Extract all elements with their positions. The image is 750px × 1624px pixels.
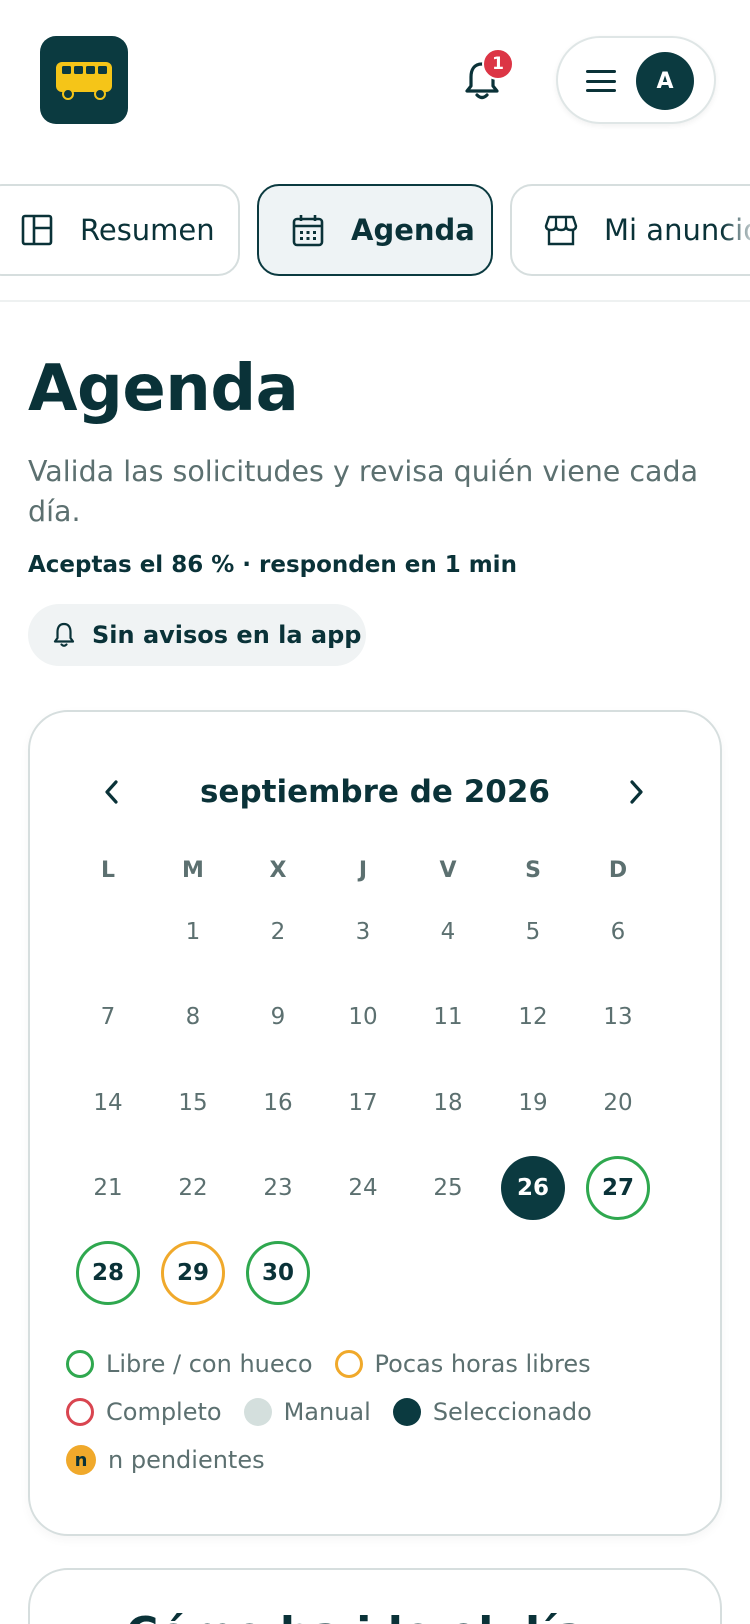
legend-full-label: Completo xyxy=(106,1398,222,1426)
circle-filled-icon xyxy=(243,1398,272,1426)
calendar-day[interactable]: 4 xyxy=(416,900,480,964)
legend-pending-label: n pendientes xyxy=(108,1446,265,1474)
response-stats: Aceptas el 86 % · responden en 1 min xyxy=(28,552,517,578)
legend-row-3: n n pendientes xyxy=(66,1440,287,1480)
circle-filled-icon xyxy=(392,1398,421,1426)
calendar-day[interactable]: 28 xyxy=(76,1241,140,1306)
tab-label: Agenda xyxy=(351,213,475,247)
calendar-day[interactable]: 12 xyxy=(501,985,565,1049)
tab-agenda[interactable]: Agenda xyxy=(257,184,493,276)
day-summary-card: Cómo ha ido el día xyxy=(28,1568,722,1624)
calendar-day[interactable]: 21 xyxy=(76,1156,140,1220)
prev-month-button[interactable] xyxy=(92,772,132,812)
tabs-divider xyxy=(0,300,750,302)
section-tabs: Resumen Agenda Mi anuncio xyxy=(0,184,750,276)
day-summary-title: Cómo ha ido el día xyxy=(126,1608,585,1624)
calendar-day[interactable]: 8 xyxy=(161,985,225,1049)
weekday-label: S xyxy=(525,858,541,883)
legend-free-label: Libre / con hueco xyxy=(106,1350,313,1378)
calendar-day[interactable]: 5 xyxy=(501,900,565,964)
next-month-button[interactable] xyxy=(616,772,656,812)
notifications-chip-label: Sin avisos en la app xyxy=(92,621,362,649)
calendar-day[interactable]: 6 xyxy=(586,900,650,964)
chevron-left-icon xyxy=(105,780,118,804)
layout-icon xyxy=(21,214,53,246)
notification-count-badge: 1 xyxy=(482,48,514,80)
calendar-day[interactable]: 18 xyxy=(416,1071,480,1135)
calendar-day[interactable]: 13 xyxy=(586,985,650,1049)
calendar-day[interactable]: 15 xyxy=(161,1071,225,1135)
weekday-label: V xyxy=(439,858,457,883)
weekday-label: L xyxy=(100,858,116,883)
user-menu-button[interactable]: A xyxy=(556,36,716,124)
legend-free: Libre / con hueco xyxy=(66,1350,313,1378)
weekday-label: M xyxy=(182,858,204,883)
legend-pending: n n pendientes xyxy=(66,1445,265,1475)
weekday-label: J xyxy=(358,858,368,883)
calendar-day[interactable]: 24 xyxy=(331,1156,395,1220)
chevron-right-icon xyxy=(630,780,643,804)
calendar-day[interactable]: 10 xyxy=(331,985,395,1049)
tab-resumen[interactable]: Resumen xyxy=(0,184,240,276)
calendar-card: septiembre de 2026 LMXJVSD 1 2 3 4 5 6 7 8 9 10 11… xyxy=(28,710,722,1536)
calendar-day[interactable]: 20 xyxy=(586,1071,650,1135)
legend-selected-label: Seleccionado xyxy=(432,1398,592,1426)
legend-selected: Seleccionado xyxy=(392,1398,592,1426)
circle-outline-icon xyxy=(334,1350,363,1378)
avatar: A xyxy=(636,52,694,110)
tab-label: Mi anuncio xyxy=(604,213,750,247)
legend-few: Pocas horas libres xyxy=(334,1350,591,1378)
hamburger-icon xyxy=(586,70,616,92)
legend-few-label: Pocas horas libres xyxy=(374,1350,591,1378)
bell-icon xyxy=(53,622,75,647)
calendar-day[interactable]: 2 xyxy=(246,900,310,964)
legend-row-2: Completo Manual Seleccionado xyxy=(66,1392,614,1432)
calendar-day[interactable]: 27 xyxy=(586,1155,650,1220)
calendar-day[interactable]: 23 xyxy=(246,1156,310,1220)
calendar-day[interactable]: 22 xyxy=(161,1156,225,1220)
notifications-chip[interactable]: Sin avisos en la app xyxy=(28,604,366,666)
legend-manual-label: Manual xyxy=(283,1398,371,1426)
calendar-day[interactable]: 16 xyxy=(246,1071,310,1135)
page-title: Agenda xyxy=(28,352,299,426)
page-subtitle: Valida las solicitudes y revisa quién vi… xyxy=(28,455,699,528)
store-icon xyxy=(544,215,578,246)
calendar-day[interactable]: 7 xyxy=(76,985,140,1049)
weekday-label: D xyxy=(608,858,628,883)
legend-full: Completo xyxy=(66,1398,222,1426)
pending-count-badge: n xyxy=(66,1445,96,1475)
calendar-day[interactable]: 11 xyxy=(416,985,480,1049)
app-logo[interactable] xyxy=(40,36,128,124)
calendar-icon xyxy=(292,215,324,247)
bus-logo-icon xyxy=(56,62,112,100)
legend-row-1: Libre / con hueco Pocas horas libres xyxy=(66,1344,613,1384)
tab-label: Resumen xyxy=(80,213,215,247)
tab-mi-anuncio[interactable]: Mi anuncio xyxy=(510,184,750,276)
calendar-day[interactable]: 29 xyxy=(161,1241,225,1306)
circle-outline-icon xyxy=(66,1350,94,1378)
calendar-header: septiembre de 2026 xyxy=(30,768,720,818)
calendar-day[interactable]: 3 xyxy=(331,900,395,964)
calendar-day[interactable]: 25 xyxy=(416,1156,480,1220)
legend-manual: Manual xyxy=(243,1398,371,1426)
app-header: 1 A xyxy=(0,0,750,160)
calendar-day[interactable]: 1 xyxy=(161,900,225,964)
calendar-day-selected[interactable]: 26 xyxy=(501,1155,565,1220)
weekday-label: X xyxy=(269,858,287,883)
calendar-day[interactable]: 17 xyxy=(331,1071,395,1135)
circle-outline-icon xyxy=(66,1398,94,1426)
calendar-day[interactable]: 19 xyxy=(501,1071,565,1135)
calendar-day[interactable]: 9 xyxy=(246,985,310,1049)
calendar-day[interactable]: 30 xyxy=(246,1241,310,1306)
calendar-day[interactable]: 14 xyxy=(76,1071,140,1135)
